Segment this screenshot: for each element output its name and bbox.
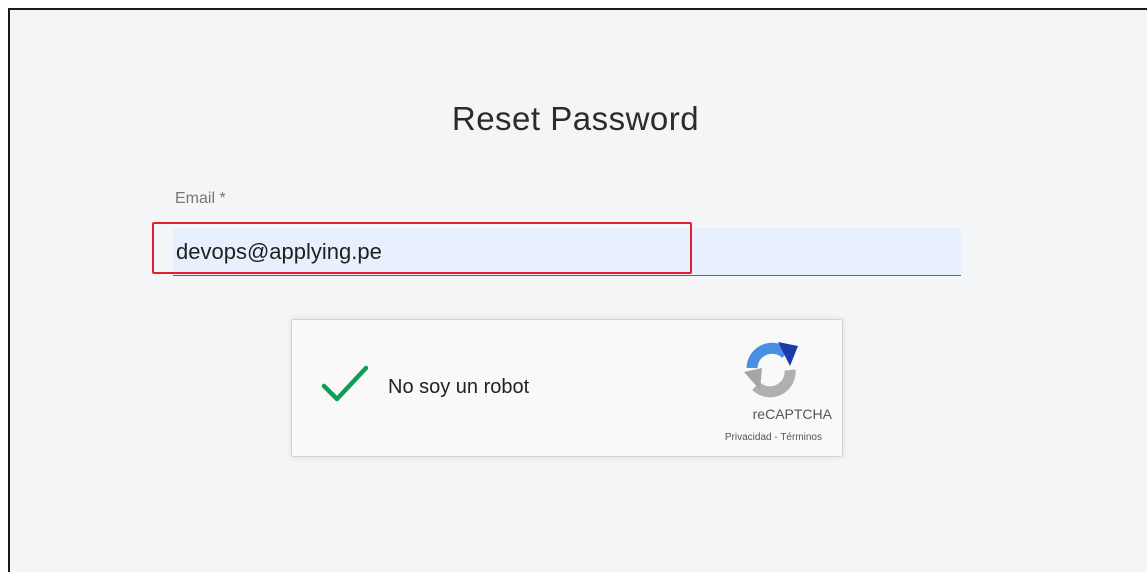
page-title: Reset Password (451, 100, 700, 137)
recaptcha-label: No soy un robot (388, 376, 530, 398)
recaptcha-brand: reCAPTCHA (752, 406, 832, 422)
links-separator: - (771, 432, 781, 443)
checkmark-icon[interactable] (321, 364, 369, 404)
recaptcha-widget: No soy un robot reCAPTCHA Privacidad - T… (291, 319, 843, 457)
email-field[interactable] (173, 228, 961, 275)
privacy-link[interactable]: Privacidad (725, 432, 772, 443)
recaptcha-logo-icon (744, 342, 798, 398)
page-frame: Reset Password Email * No soy un robot r… (8, 8, 1147, 572)
email-field-label: Email * (175, 190, 226, 207)
recaptcha-links: Privacidad - Términos (672, 432, 822, 443)
email-field-wrapper (173, 228, 961, 276)
terms-link[interactable]: Términos (780, 432, 822, 443)
